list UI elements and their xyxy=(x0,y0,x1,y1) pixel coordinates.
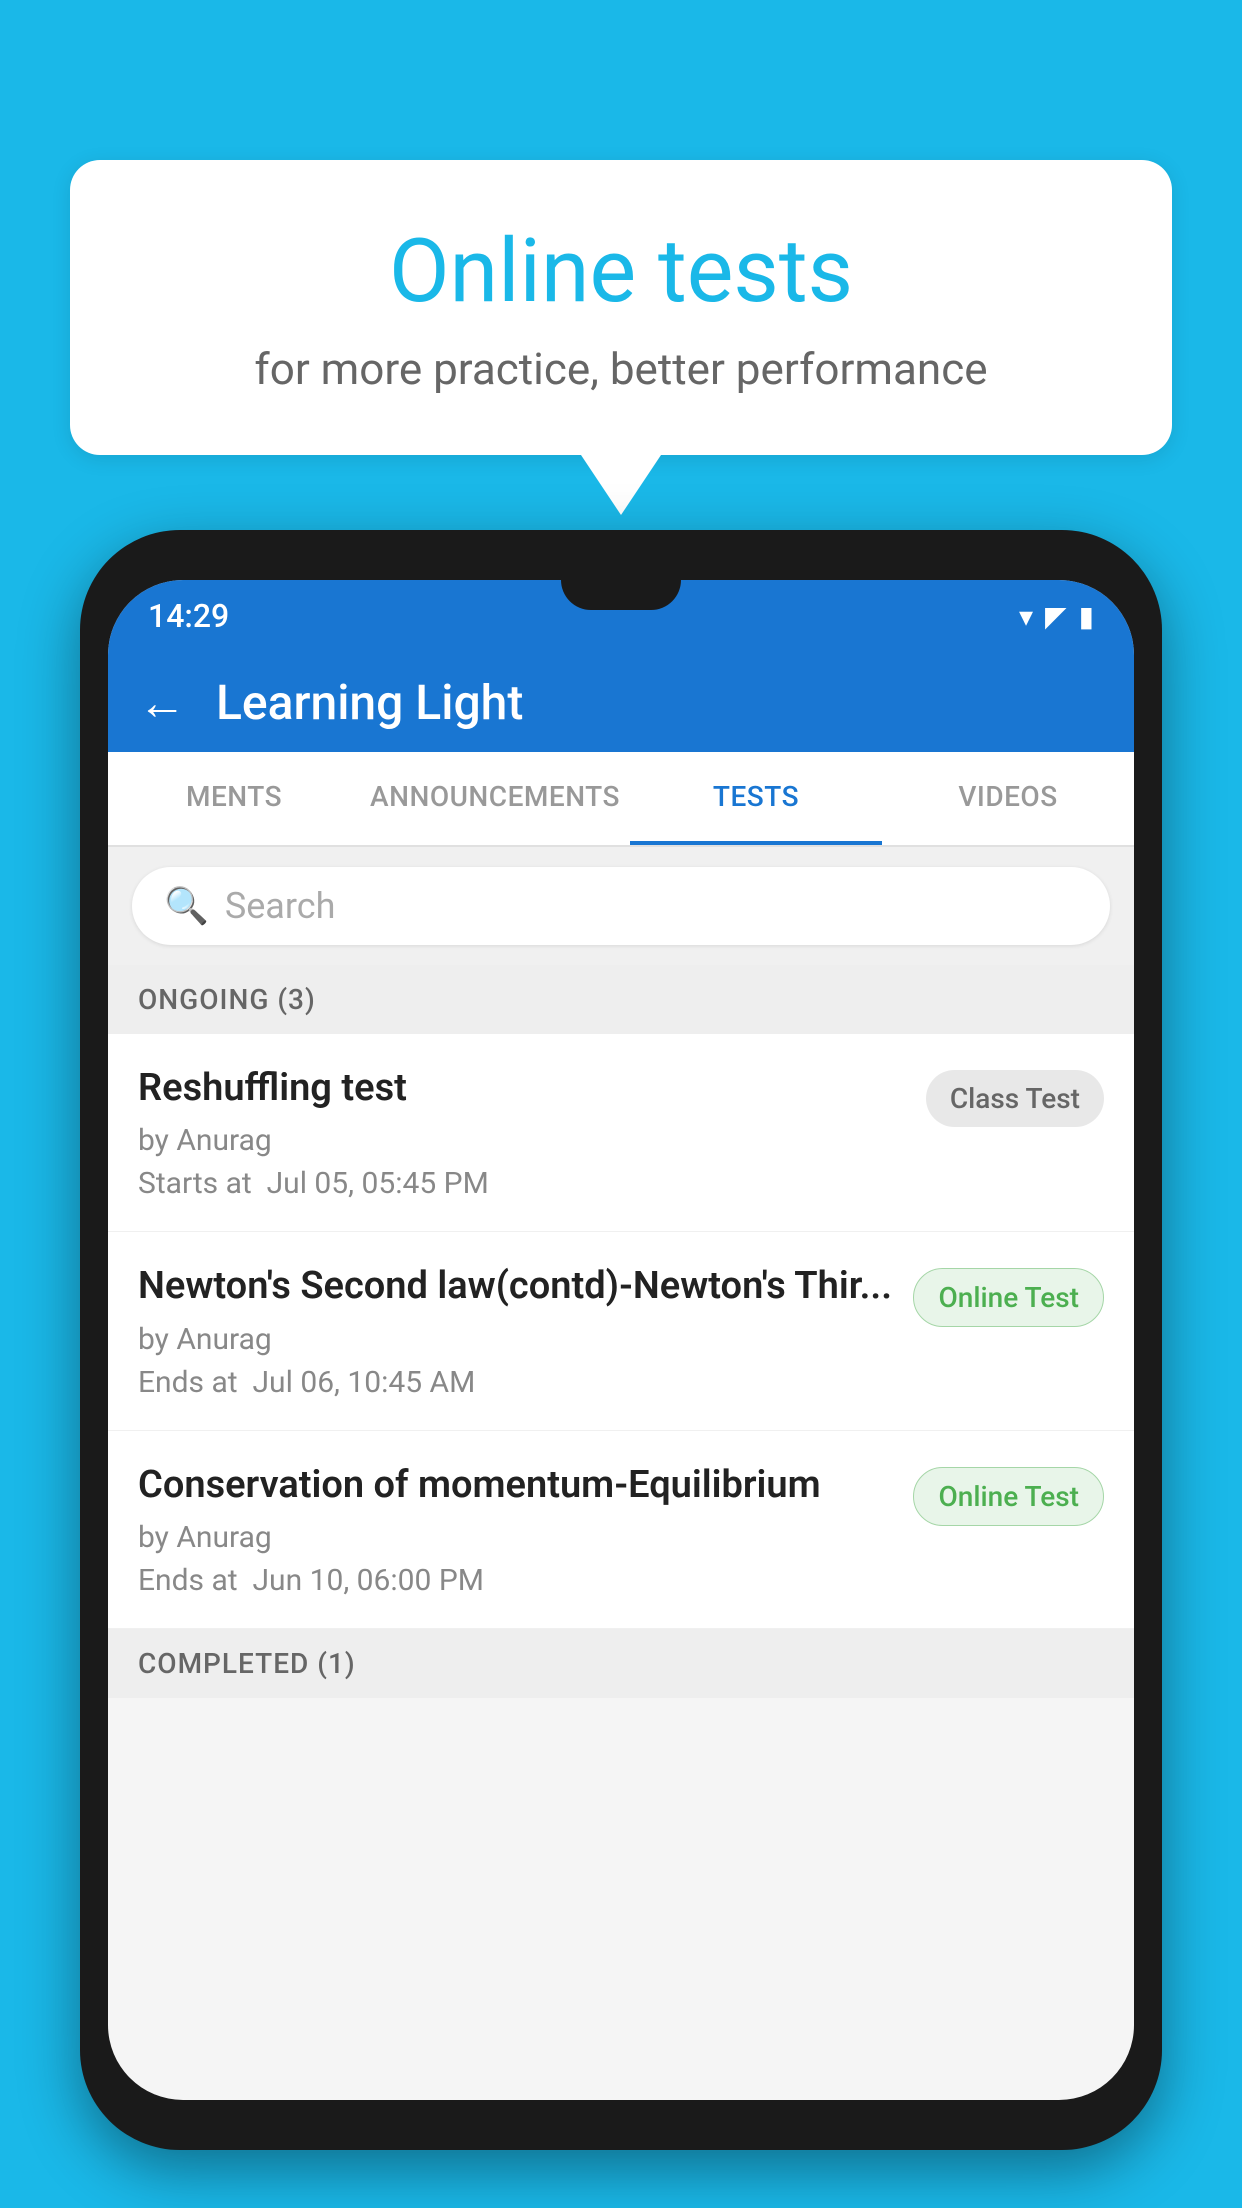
test-time-2: Ends at Jul 06, 10:45 AM xyxy=(138,1365,893,1400)
test-name-1: Reshuffling test xyxy=(138,1064,906,1113)
speech-bubble-arrow xyxy=(581,455,661,515)
search-icon: 🔍 xyxy=(164,885,209,927)
phone-container: 14:29 ▾ ◤ ▮ ← Learning Light MENTS ANNOU… xyxy=(80,530,1162,2208)
tab-tests[interactable]: TESTS xyxy=(630,752,882,845)
status-time: 14:29 xyxy=(148,597,229,635)
test-time-1: Starts at Jul 05, 05:45 PM xyxy=(138,1166,906,1201)
speech-bubble-subtitle: for more practice, better performance xyxy=(150,343,1092,395)
search-placeholder: Search xyxy=(225,885,336,927)
phone-notch xyxy=(561,580,681,610)
test-name-3: Conservation of momentum-Equilibrium xyxy=(138,1461,893,1510)
test-info-2: Newton's Second law(contd)-Newton's Thir… xyxy=(138,1262,893,1399)
test-item[interactable]: Newton's Second law(contd)-Newton's Thir… xyxy=(108,1232,1134,1430)
test-author-1: by Anurag xyxy=(138,1123,906,1158)
section-ongoing-header: ONGOING (3) xyxy=(108,965,1134,1034)
speech-bubble-container: Online tests for more practice, better p… xyxy=(70,160,1172,515)
test-item[interactable]: Conservation of momentum-Equilibrium by … xyxy=(108,1431,1134,1629)
battery-icon: ▮ xyxy=(1079,600,1094,633)
speech-bubble-title: Online tests xyxy=(150,220,1092,323)
test-badge-1: Class Test xyxy=(926,1070,1104,1127)
status-icons: ▾ ◤ ▮ xyxy=(1019,600,1094,633)
phone-frame: 14:29 ▾ ◤ ▮ ← Learning Light MENTS ANNOU… xyxy=(80,530,1162,2150)
wifi-icon: ▾ xyxy=(1019,600,1033,633)
search-bar[interactable]: 🔍 Search xyxy=(132,867,1110,945)
section-ongoing-title: ONGOING (3) xyxy=(138,983,316,1016)
phone-screen: 14:29 ▾ ◤ ▮ ← Learning Light MENTS ANNOU… xyxy=(108,580,1134,2100)
test-info-1: Reshuffling test by Anurag Starts at Jul… xyxy=(138,1064,906,1201)
tab-announcements[interactable]: ANNOUNCEMENTS xyxy=(360,752,630,845)
test-badge-3: Online Test xyxy=(913,1467,1104,1526)
test-badge-2: Online Test xyxy=(913,1268,1104,1327)
section-completed-header: COMPLETED (1) xyxy=(108,1629,1134,1698)
back-button[interactable]: ← xyxy=(138,674,186,731)
test-item[interactable]: Reshuffling test by Anurag Starts at Jul… xyxy=(108,1034,1134,1232)
speech-bubble: Online tests for more practice, better p… xyxy=(70,160,1172,455)
tabs-container: MENTS ANNOUNCEMENTS TESTS VIDEOS xyxy=(108,752,1134,847)
app-header: ← Learning Light xyxy=(108,652,1134,752)
tab-ments[interactable]: MENTS xyxy=(108,752,360,845)
test-list: Reshuffling test by Anurag Starts at Jul… xyxy=(108,1034,1134,1629)
test-name-2: Newton's Second law(contd)-Newton's Thir… xyxy=(138,1262,893,1311)
app-title: Learning Light xyxy=(216,674,523,731)
section-completed-title: COMPLETED (1) xyxy=(138,1647,356,1680)
signal-icon: ◤ xyxy=(1045,600,1067,633)
test-info-3: Conservation of momentum-Equilibrium by … xyxy=(138,1461,893,1598)
search-container: 🔍 Search xyxy=(108,847,1134,965)
test-author-3: by Anurag xyxy=(138,1520,893,1555)
tab-videos[interactable]: VIDEOS xyxy=(882,752,1134,845)
test-time-3: Ends at Jun 10, 06:00 PM xyxy=(138,1563,893,1598)
test-author-2: by Anurag xyxy=(138,1322,893,1357)
